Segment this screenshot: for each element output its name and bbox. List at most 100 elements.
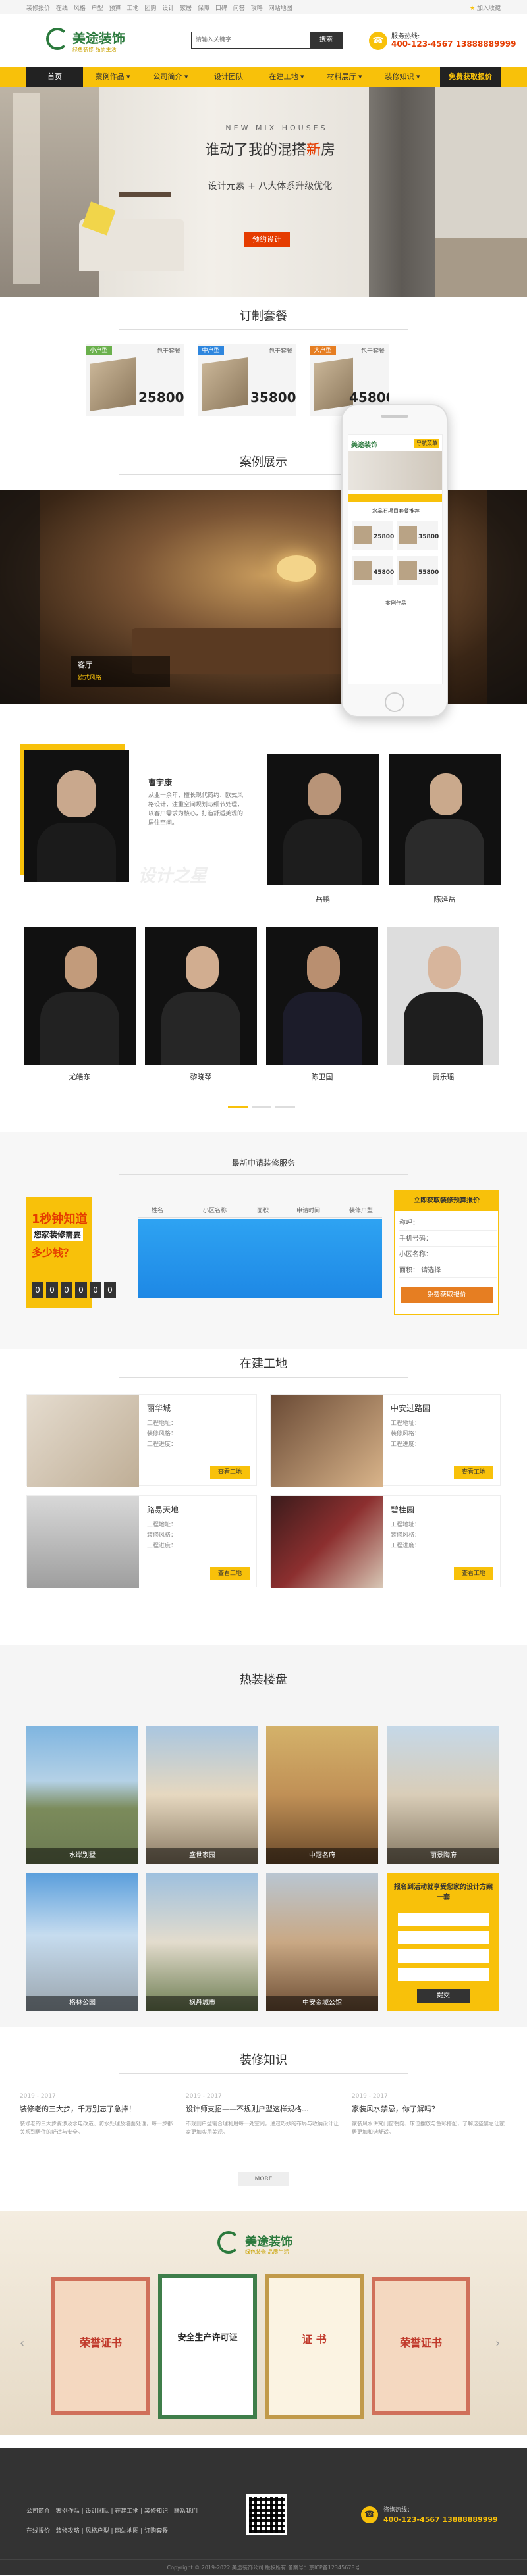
estate-card[interactable]: 中安金域公馆 (266, 1873, 378, 2011)
designer-photo-featured[interactable] (24, 750, 129, 882)
honor-certificate[interactable]: 证 书 (265, 2274, 364, 2419)
honor-certificate[interactable]: 安全生产许可证 (158, 2274, 257, 2419)
site-line: 装修风格： (147, 1431, 177, 1437)
designer-photo[interactable] (267, 754, 379, 885)
footer-link[interactable]: 网站地图 (115, 2528, 138, 2535)
top-link[interactable]: 预算 (109, 5, 121, 12)
estate-form-input[interactable] (398, 1968, 489, 1981)
logo[interactable]: 美途装饰 绿色装修 品质生活 (46, 28, 138, 58)
site-image (271, 1395, 383, 1487)
designer-photo[interactable] (266, 927, 378, 1065)
nav-item-cases[interactable]: 案例作品 ▾ (84, 67, 141, 87)
form-field-area[interactable]: 面积： 请选择 (399, 1264, 497, 1278)
form-select[interactable]: 请选择 (421, 1267, 441, 1274)
footer-link[interactable]: 装修攻略 (56, 2528, 80, 2535)
form-field-estate[interactable]: 小区名称： (399, 1248, 497, 1262)
curtain-right (369, 87, 435, 297)
carousel-dot-active[interactable] (228, 1106, 248, 1108)
estate-card[interactable]: 盛世家园 (146, 1726, 258, 1864)
site-card[interactable]: 丽华城 工程地址： 装修风格： 工程进度： 查看工地 (26, 1394, 257, 1487)
top-link[interactable]: 网站地图 (269, 5, 292, 12)
footer-link[interactable]: 设计团队 (86, 2508, 109, 2515)
top-link[interactable]: 家居 (180, 5, 192, 12)
top-link[interactable]: 户型 (92, 5, 103, 12)
site-line: 工程地址： (147, 1420, 177, 1427)
estate-card[interactable]: 丽景陶府 (387, 1726, 499, 1864)
estate-form-input[interactable] (398, 1949, 489, 1963)
nav-item-about[interactable]: 公司简介 ▾ (142, 67, 199, 87)
top-link[interactable]: 设计 (162, 5, 174, 12)
form-field-name[interactable]: 称呼： (399, 1216, 497, 1231)
knowledge-text: 装修老的三大步骤涉及水电改造、防水处理及墙面处理，每一步都关系到居住的舒适与安全… (20, 2121, 173, 2135)
carousel-dot[interactable] (252, 1106, 271, 1108)
knowledge-item[interactable]: 2019 - 2017 设计师支招——不规则户型这样规格... 不规则户型需合理… (186, 2093, 339, 2136)
banner-cta-button[interactable]: 预约设计 (244, 232, 290, 247)
form-field-phone[interactable]: 手机号码： (399, 1232, 497, 1247)
quote-submit-button[interactable]: 免费获取报价 (401, 1287, 493, 1303)
top-link[interactable]: 攻略 (251, 5, 263, 12)
nav-item-sites[interactable]: 在建工地 ▾ (258, 67, 315, 87)
top-link[interactable]: 风格 (74, 5, 86, 12)
estate-submit-button[interactable]: 提交 (417, 1989, 470, 2003)
footer-hotline-label: 咨询热线： (383, 2507, 414, 2513)
phone-section-title: 水晶石项目套餐推荐 (372, 508, 420, 514)
package-card[interactable]: 小户型 包干套餐 25800 (86, 344, 184, 416)
site-card[interactable]: 路易天地 工程地址： 装修风格： 工程进度： 查看工地 (26, 1495, 257, 1588)
top-link[interactable]: 保障 (198, 5, 209, 12)
honor-certificate[interactable]: 荣誉证书 (51, 2277, 150, 2415)
chevron-left-icon[interactable]: ‹ (20, 2336, 24, 2350)
package-tag: 小户型 (86, 346, 112, 355)
top-link[interactable]: 口碑 (215, 5, 227, 12)
site-card[interactable]: 中安过路园 工程地址： 装修风格： 工程进度： 查看工地 (270, 1394, 501, 1487)
search-input[interactable] (192, 32, 310, 48)
form-label: 称呼： (399, 1220, 419, 1227)
more-button[interactable]: MORE (238, 2172, 289, 2186)
footer-link[interactable]: 风格户型 (86, 2528, 109, 2535)
favorite-link[interactable]: ★ 加入收藏 (470, 3, 501, 12)
designer-photo[interactable] (24, 927, 136, 1065)
footer-link[interactable]: 订购套餐 (144, 2528, 168, 2535)
estate-form-input[interactable] (398, 1913, 489, 1926)
view-site-button[interactable]: 查看工地 (454, 1567, 493, 1580)
face-image (307, 946, 340, 989)
honor-certificate[interactable]: 荣誉证书 (372, 2277, 470, 2415)
nav-item-quote[interactable]: 免费获取报价 (440, 67, 501, 87)
case-showcase[interactable]: 客厅 欧式风格 (0, 490, 527, 704)
top-link[interactable]: 工地 (126, 5, 138, 12)
nav-item-home[interactable]: 首页 (26, 67, 83, 87)
chevron-right-icon[interactable]: › (495, 2336, 500, 2350)
view-site-button[interactable]: 查看工地 (210, 1466, 250, 1479)
top-link[interactable]: 团购 (144, 5, 156, 12)
nav-item-knowledge[interactable]: 装修知识 ▾ (374, 67, 431, 87)
designer-photo[interactable] (145, 927, 257, 1065)
phone-menu-button[interactable]: 导航菜单 (414, 439, 439, 448)
footer-link[interactable]: 案例作品 (56, 2508, 80, 2515)
carousel-dot[interactable] (275, 1106, 295, 1108)
nav-item-team[interactable]: 设计团队 (200, 67, 257, 87)
top-link[interactable]: 装修报价 (26, 5, 50, 12)
nav-item-materials[interactable]: 材料展厅 ▾ (316, 67, 373, 87)
footer-link[interactable]: 装修知识 (144, 2508, 168, 2515)
view-site-button[interactable]: 查看工地 (210, 1567, 250, 1580)
top-link[interactable]: 问答 (233, 5, 245, 12)
package-card[interactable]: 中户型 包干套餐 35800 (198, 344, 296, 416)
top-link[interactable]: 在线 (56, 5, 68, 12)
footer-link[interactable]: 公司简介 (26, 2508, 50, 2515)
knowledge-item[interactable]: 2019 - 2017 装修老的三大步，千万别忘了急捧！ 装修老的三大步骤涉及水… (20, 2093, 173, 2136)
estate-card[interactable]: 中冠名府 (266, 1726, 378, 1864)
estate-card[interactable]: 格林公园 (26, 1873, 138, 2011)
footer-link[interactable]: 在建工地 (115, 2508, 138, 2515)
estate-form-input[interactable] (398, 1931, 489, 1944)
designer-photo[interactable] (389, 754, 501, 885)
estate-card[interactable]: 枫丹城市 (146, 1873, 258, 2011)
designer-photo[interactable] (387, 927, 499, 1065)
search-button[interactable]: 搜索 (310, 32, 342, 48)
knowledge-item[interactable]: 2019 - 2017 家装风水禁忌，你了解吗？ 家装风水讲究门窗朝向、床位摆放… (352, 2093, 505, 2136)
estate-card[interactable]: 水岸别墅 (26, 1726, 138, 1864)
view-site-button[interactable]: 查看工地 (454, 1466, 493, 1479)
footer-link[interactable]: 联系我们 (174, 2508, 198, 2515)
footer-link[interactable]: 在线报价 (26, 2528, 50, 2535)
site-line: 工程进度： (147, 1441, 177, 1448)
column-header: 面积 (257, 1208, 269, 1214)
site-card[interactable]: 碧桂园 工程地址： 装修风格： 工程进度： 查看工地 (270, 1495, 501, 1588)
